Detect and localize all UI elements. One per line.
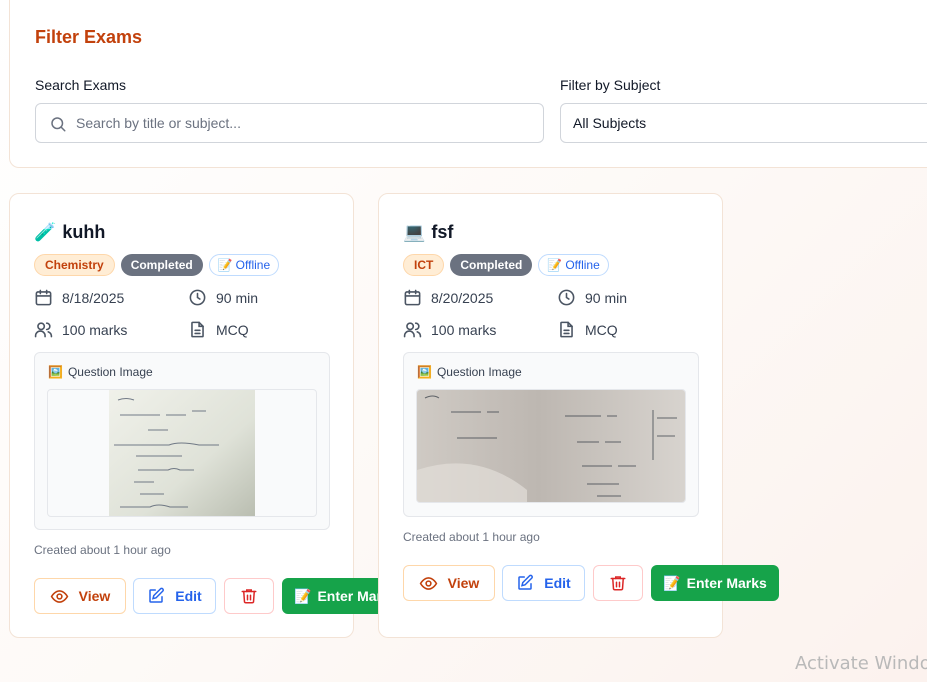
exam-date-text: 8/18/2025 [62, 289, 125, 306]
exam-title: 🧪 kuhh [34, 222, 105, 243]
view-button-label: View [78, 588, 111, 604]
view-button[interactable]: View [34, 578, 126, 614]
question-image-frame[interactable] [47, 389, 317, 517]
question-image-label-text: Question Image [67, 365, 153, 379]
picture-icon: 🖼️ [48, 365, 63, 379]
view-button[interactable]: View [403, 565, 495, 601]
exam-title-text: kuhh [62, 222, 106, 242]
exam-date-text: 8/20/2025 [431, 289, 494, 306]
status-badge: Completed [450, 254, 533, 276]
test-tube-icon: 🧪 [34, 222, 57, 242]
exam-date: 8/18/2025 [34, 288, 124, 307]
clock-icon [189, 289, 206, 306]
memo-icon: 📝 [663, 574, 681, 591]
calendar-icon [35, 289, 52, 306]
activation-watermark: Activate Windo [795, 653, 927, 674]
question-image-box: 🖼️ Question Image [403, 352, 699, 517]
edit-button[interactable]: Edit [502, 565, 585, 601]
eye-icon [50, 589, 69, 603]
exam-title: 💻 fsf [403, 222, 453, 243]
filter-panel: Filter Exams Search Exams Filter by Subj… [9, 0, 927, 168]
question-image-label: 🖼️ Question Image [48, 365, 153, 379]
eye-icon [419, 576, 438, 590]
users-icon [403, 322, 422, 338]
edit-icon [518, 574, 534, 590]
subject-filter-label: Filter by Subject [560, 77, 661, 93]
status-badge: Completed [120, 254, 203, 276]
subject-badge: Chemistry [34, 254, 115, 276]
question-image[interactable] [48, 390, 317, 517]
exam-duration-text: 90 min [585, 289, 628, 306]
exam-duration: 90 min [557, 288, 627, 307]
subject-select[interactable]: All Subjects [560, 103, 927, 143]
question-image-frame[interactable] [416, 389, 686, 503]
delete-button[interactable] [593, 565, 643, 601]
edit-button-label: Edit [544, 575, 571, 591]
document-icon [560, 321, 573, 338]
subject-badge: ICT [403, 254, 445, 276]
created-time: Created about 1 hour ago [403, 530, 540, 544]
edit-button-label: Edit [175, 588, 202, 604]
question-image[interactable] [417, 390, 686, 503]
exam-card: 🧪 kuhh Chemistry Completed 📝 Offline 8/1… [9, 193, 410, 638]
exam-duration: 90 min [188, 288, 258, 307]
question-image-box: 🖼️ Question Image [34, 352, 330, 530]
search-label: Search Exams [35, 77, 127, 93]
edit-button[interactable]: Edit [133, 578, 216, 614]
document-icon [191, 321, 204, 338]
memo-icon: 📝 [547, 258, 563, 272]
exam-marks-text: 100 marks [62, 321, 128, 338]
exam-card: 💻 fsf ICT Completed 📝 Offline 8/20/2025 … [378, 193, 779, 638]
trash-icon [241, 589, 257, 604]
question-image-label: 🖼️ Question Image [417, 365, 522, 379]
memo-icon: 📝 [294, 587, 312, 604]
laptop-icon: 💻 [403, 222, 426, 242]
exam-date: 8/20/2025 [403, 288, 493, 307]
exam-type: MCQ [188, 320, 249, 339]
exam-type: MCQ [557, 320, 618, 339]
users-icon [34, 322, 53, 338]
exam-title-text: fsf [431, 222, 454, 242]
picture-icon: 🖼️ [417, 365, 432, 379]
enter-marks-button[interactable]: 📝 Enter Marks [651, 565, 779, 601]
view-button-label: View [447, 575, 480, 591]
edit-icon [149, 587, 165, 603]
badge-row: Chemistry Completed 📝 Offline [34, 254, 280, 276]
mode-badge-label: Offline [235, 258, 271, 272]
trash-icon [610, 576, 626, 591]
memo-icon: 📝 [217, 258, 233, 272]
badge-row: ICT Completed 📝 Offline [403, 254, 609, 276]
exam-marks: 100 marks [34, 320, 127, 339]
clock-icon [558, 289, 575, 306]
search-icon [51, 117, 66, 132]
exam-marks-text: 100 marks [431, 321, 497, 338]
enter-marks-label: Enter Marks [686, 575, 767, 591]
mode-badge-label: Offline [565, 258, 600, 272]
calendar-icon [404, 289, 421, 306]
exam-type-text: MCQ [585, 321, 618, 338]
created-time: Created about 1 hour ago [34, 543, 171, 557]
filter-title: Filter Exams [35, 27, 143, 47]
delete-button[interactable] [224, 578, 274, 614]
mode-badge: 📝 Offline [538, 254, 609, 276]
question-image-label-text: Question Image [436, 365, 522, 379]
search-field[interactable] [35, 103, 544, 143]
mode-badge: 📝 Offline [208, 254, 280, 276]
exam-marks: 100 marks [403, 320, 496, 339]
exam-type-text: MCQ [216, 321, 249, 338]
exam-duration-text: 90 min [216, 289, 259, 306]
search-input[interactable] [76, 104, 531, 142]
